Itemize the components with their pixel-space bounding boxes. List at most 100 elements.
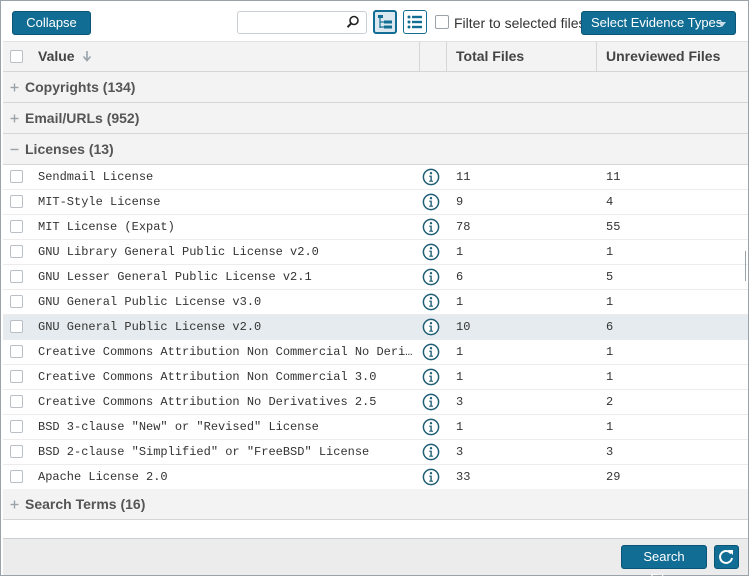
info-icon[interactable] — [422, 243, 440, 261]
unreviewed-files-value: 3 — [606, 445, 614, 459]
info-icon[interactable] — [422, 418, 440, 436]
info-icon[interactable] — [422, 268, 440, 286]
filter-selected-label: Filter to selected files — [454, 15, 586, 31]
total-files-value: 3 — [456, 445, 464, 459]
table-header: Value Total Files Unreviewed Files — [3, 41, 748, 72]
info-icon[interactable] — [422, 218, 440, 236]
row-checkbox[interactable] — [10, 170, 23, 183]
search-files-button[interactable]: Search Files — [621, 545, 707, 576]
select-evidence-types-button[interactable]: Select Evidence Types — [581, 11, 736, 35]
resize-handle[interactable] — [745, 251, 748, 281]
select-evidence-types-label: Select Evidence Types — [591, 15, 723, 30]
collapse-all-button[interactable]: Collapse All — [12, 11, 91, 52]
unreviewed-files-value: 55 — [606, 220, 621, 234]
column-divider — [446, 42, 447, 71]
row-checkbox[interactable] — [10, 195, 23, 208]
unreviewed-files-value: 1 — [606, 345, 614, 359]
license-name: Creative Commons Attribution Non Commerc… — [38, 345, 413, 359]
expand-icon[interactable] — [10, 83, 19, 92]
license-name: GNU General Public License v3.0 — [38, 295, 262, 309]
total-files-value: 9 — [456, 195, 464, 209]
column-divider — [596, 42, 597, 71]
filter-selected-checkbox[interactable] — [435, 15, 449, 29]
row-checkbox[interactable] — [10, 345, 23, 358]
table-row[interactable]: Creative Commons Attribution No Derivati… — [3, 390, 748, 415]
total-files-value: 11 — [456, 170, 471, 184]
table-row[interactable]: MIT License (Expat) 78 55 — [3, 215, 748, 240]
table-row[interactable]: GNU Lesser General Public License v2.1 6 5 — [3, 265, 748, 290]
expand-icon[interactable] — [10, 114, 19, 123]
total-files-column-header[interactable]: Total Files — [456, 42, 524, 71]
group-email-urls[interactable]: Email/URLs (952) — [3, 103, 748, 134]
license-name: BSD 3-clause "New" or "Revised" License — [38, 420, 319, 434]
row-checkbox[interactable] — [10, 270, 23, 283]
unreviewed-files-value: 1 — [606, 295, 614, 309]
license-name: Creative Commons Attribution No Derivati… — [38, 395, 377, 409]
unreviewed-files-column-header[interactable]: Unreviewed Files — [606, 42, 720, 71]
footer-bar: Search Files — [3, 538, 748, 576]
total-files-value: 1 — [456, 245, 464, 259]
group-search-terms[interactable]: Search Terms (16) — [3, 489, 748, 520]
info-icon[interactable] — [422, 318, 440, 336]
row-checkbox[interactable] — [10, 420, 23, 433]
info-icon[interactable] — [422, 393, 440, 411]
table-row[interactable]: Creative Commons Attribution Non Commerc… — [3, 365, 748, 390]
row-checkbox[interactable] — [10, 445, 23, 458]
table-row[interactable]: GNU General Public License v2.0 10 6 — [3, 315, 748, 340]
search-input[interactable] — [242, 12, 346, 33]
unreviewed-files-value: 29 — [606, 470, 621, 484]
total-files-value: 33 — [456, 470, 471, 484]
info-icon[interactable] — [422, 343, 440, 361]
list-view-icon — [407, 15, 422, 29]
unreviewed-files-value: 11 — [606, 170, 621, 184]
unreviewed-files-value: 1 — [606, 420, 614, 434]
table-row[interactable]: GNU General Public License v3.0 1 1 — [3, 290, 748, 315]
total-files-value: 3 — [456, 395, 464, 409]
row-checkbox[interactable] — [10, 245, 23, 258]
total-files-value: 10 — [456, 320, 471, 334]
refresh-icon — [719, 549, 733, 564]
collapse-icon[interactable] — [10, 145, 19, 154]
table-row[interactable]: Creative Commons Attribution Non Commerc… — [3, 340, 748, 365]
tree-view-button[interactable] — [373, 10, 397, 34]
group-copyrights[interactable]: Copyrights (134) — [3, 72, 748, 103]
group-label: Search Terms (16) — [25, 496, 146, 512]
group-label: Email/URLs (952) — [25, 110, 140, 126]
group-label: Licenses (13) — [25, 141, 114, 157]
info-icon[interactable] — [422, 193, 440, 211]
list-view-button[interactable] — [403, 10, 427, 34]
search-icon[interactable] — [346, 15, 360, 29]
value-column-header[interactable]: Value — [38, 42, 92, 71]
expand-icon[interactable] — [10, 500, 19, 509]
license-name: BSD 2-clause "Simplified" or "FreeBSD" L… — [38, 445, 370, 459]
select-all-checkbox[interactable] — [10, 50, 23, 63]
total-files-value: 6 — [456, 270, 464, 284]
table-row[interactable]: MIT-Style License 9 4 — [3, 190, 748, 215]
refresh-button[interactable] — [714, 545, 739, 569]
row-checkbox[interactable] — [10, 370, 23, 383]
license-name: GNU Lesser General Public License v2.1 — [38, 270, 312, 284]
toolbar: Collapse All — [1, 1, 748, 52]
table-row[interactable]: BSD 3-clause "New" or "Revised" License 1… — [3, 415, 748, 440]
row-checkbox[interactable] — [10, 320, 23, 333]
row-checkbox[interactable] — [10, 220, 23, 233]
total-files-value: 1 — [456, 295, 464, 309]
chevron-down-icon — [718, 22, 726, 27]
license-name: GNU General Public License v2.0 — [38, 320, 262, 334]
info-icon[interactable] — [422, 368, 440, 386]
info-icon[interactable] — [422, 468, 440, 486]
row-checkbox[interactable] — [10, 295, 23, 308]
table-row[interactable]: Apache License 2.0 33 29 — [3, 465, 748, 490]
table-row[interactable]: GNU Library General Public License v2.0 1… — [3, 240, 748, 265]
total-files-value: 1 — [456, 345, 464, 359]
info-icon[interactable] — [422, 168, 440, 186]
info-icon[interactable] — [422, 293, 440, 311]
unreviewed-files-value: 5 — [606, 270, 614, 284]
table-row[interactable]: BSD 2-clause "Simplified" or "FreeBSD" L… — [3, 440, 748, 465]
license-name: MIT License (Expat) — [38, 220, 175, 234]
row-checkbox[interactable] — [10, 395, 23, 408]
group-licenses[interactable]: Licenses (13) — [3, 134, 748, 165]
row-checkbox[interactable] — [10, 470, 23, 483]
table-row[interactable]: Sendmail License 11 11 — [3, 165, 748, 190]
info-icon[interactable] — [422, 443, 440, 461]
